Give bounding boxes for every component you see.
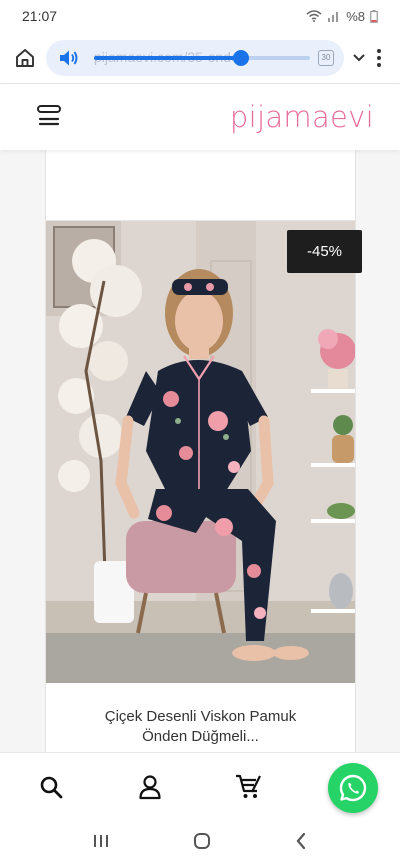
status-bar: 21:07 %8 bbox=[0, 0, 400, 32]
signal-icon bbox=[328, 12, 339, 22]
user-icon bbox=[139, 774, 161, 799]
back-icon bbox=[296, 832, 306, 849]
cart-button[interactable] bbox=[234, 772, 264, 802]
browser-toolbar: pijamaevi.com/35-onden- 30 bbox=[0, 32, 400, 84]
product-list: , , , , , , , , , bbox=[0, 150, 400, 752]
android-home-button[interactable] bbox=[193, 832, 211, 855]
url-dropdown-button[interactable] bbox=[350, 43, 368, 73]
tab-count[interactable]: 30 bbox=[318, 49, 334, 66]
volume-slider-fill bbox=[94, 55, 241, 60]
cart-icon bbox=[236, 774, 261, 798]
volume-slider[interactable] bbox=[94, 49, 310, 66]
status-time: 21:07 bbox=[22, 8, 58, 24]
home-icon bbox=[16, 48, 34, 67]
recent-apps-button[interactable] bbox=[92, 833, 110, 854]
wifi-icon bbox=[306, 10, 322, 22]
discount-badge: -45% bbox=[287, 230, 362, 273]
android-home-icon bbox=[193, 832, 210, 849]
hamburger-menu-icon bbox=[37, 104, 61, 125]
account-button[interactable] bbox=[135, 772, 165, 802]
bottom-navigation bbox=[0, 752, 400, 820]
recent-apps-icon bbox=[93, 834, 108, 847]
browser-home-button[interactable] bbox=[10, 43, 40, 73]
site-logo[interactable]: pijamaevi bbox=[230, 100, 374, 134]
logo-text-evi: evi bbox=[330, 100, 374, 134]
product-image[interactable] bbox=[46, 221, 355, 683]
hamburger-menu-button[interactable] bbox=[36, 104, 64, 131]
search-button[interactable] bbox=[36, 772, 66, 802]
search-icon bbox=[40, 776, 63, 798]
battery-icon bbox=[370, 9, 378, 23]
product-title-line-1[interactable]: Çiçek Desenli Viskon Pamuk bbox=[56, 707, 345, 727]
status-icons: %8 bbox=[306, 9, 378, 24]
site-header: pijamaevi bbox=[0, 84, 400, 150]
product-card[interactable]: -45% Çiçek Desenli Viskon Pamuk Önden Dü… bbox=[45, 220, 362, 752]
address-bar[interactable]: pijamaevi.com/35-onden- 30 bbox=[46, 39, 344, 76]
whatsapp-icon bbox=[339, 774, 367, 802]
logo-text-pijama: pijama bbox=[229, 100, 331, 134]
chevron-down-icon bbox=[353, 53, 365, 61]
volume-button[interactable] bbox=[58, 47, 80, 69]
product-title-line-2[interactable]: Önden Düğmeli... bbox=[56, 727, 345, 747]
back-button[interactable] bbox=[294, 832, 308, 855]
product-photo bbox=[46, 221, 355, 683]
product-title[interactable]: Çiçek Desenli Viskon Pamuk Önden Düğmeli… bbox=[56, 707, 345, 747]
more-vert-icon bbox=[377, 48, 381, 67]
whatsapp-button[interactable] bbox=[328, 763, 378, 813]
volume-slider-thumb[interactable] bbox=[232, 49, 249, 66]
browser-menu-button[interactable] bbox=[368, 43, 390, 73]
volume-icon bbox=[60, 50, 78, 65]
battery-percent: %8 bbox=[346, 8, 365, 24]
system-navigation-bar bbox=[0, 820, 400, 866]
